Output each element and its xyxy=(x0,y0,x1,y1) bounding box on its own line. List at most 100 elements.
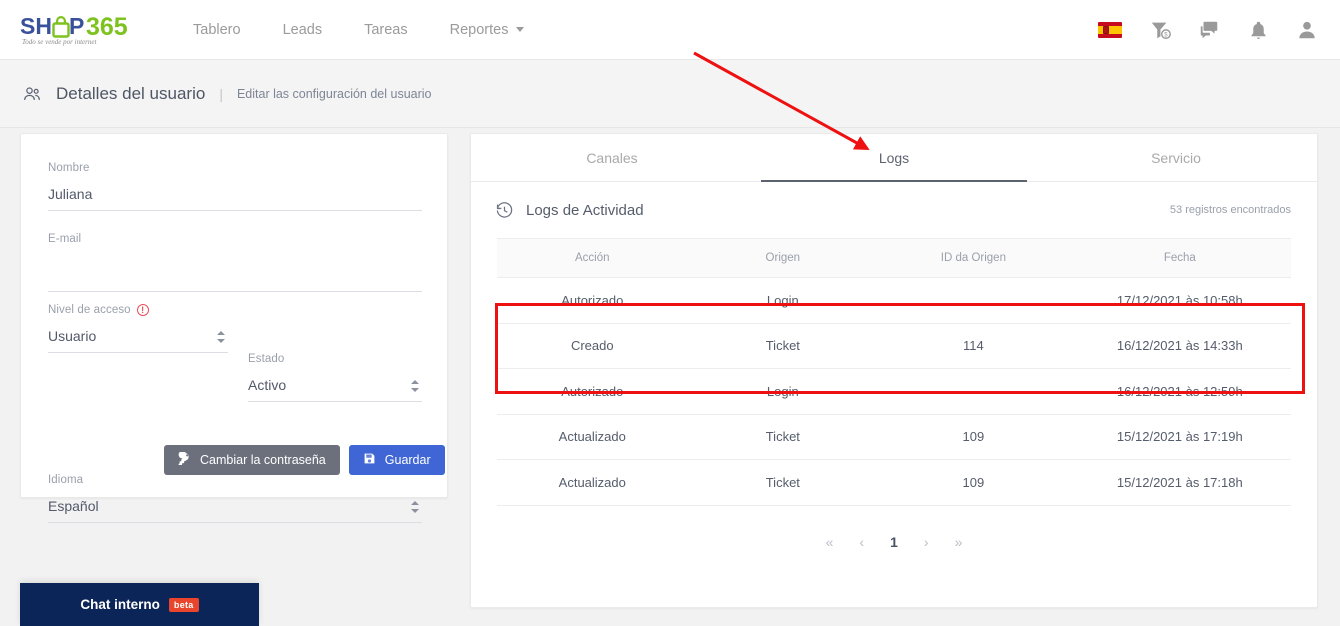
bell-icon[interactable] xyxy=(1247,19,1269,41)
table-row[interactable]: Creado Ticket 114 16/12/2021 às 14:33h xyxy=(497,323,1291,369)
cell-id xyxy=(878,368,1069,415)
field-nivel-acceso: Nivel de acceso ! xyxy=(48,304,228,353)
nav-link-tareas-label: Tareas xyxy=(364,21,408,38)
internal-chat-label: Chat interno xyxy=(80,597,160,612)
cell-accion: Actualizado xyxy=(497,414,688,460)
email-input[interactable] xyxy=(48,267,422,292)
breadcrumb-subtitle: Editar las configuración del usuario xyxy=(236,86,432,101)
field-nombre-label: Nombre xyxy=(48,162,90,174)
user-details-form-card: Nombre E-mail Nivel de acceso ! Estado I… xyxy=(20,133,448,523)
table-row[interactable]: Autorizado Login 17/12/2021 às 10:58h xyxy=(497,277,1291,324)
key-icon xyxy=(178,450,191,468)
svg-text:P: P xyxy=(69,13,84,39)
field-estado-label: Estado xyxy=(248,353,285,365)
change-password-button[interactable]: Cambiar la contraseña xyxy=(164,445,340,475)
table-row[interactable]: Actualizado Ticket 109 15/12/2021 às 17:… xyxy=(497,459,1291,506)
shop365-logo[interactable]: SH P 365 Todo se vende por internet xyxy=(20,10,138,50)
field-idioma: Idioma xyxy=(48,474,422,523)
chevron-updown-icon xyxy=(411,501,420,513)
cell-id: 114 xyxy=(878,323,1069,369)
estado-select[interactable] xyxy=(248,377,422,402)
top-navigation-bar: SH P 365 Todo se vende por internet Tabl… xyxy=(0,0,1340,60)
pagination-first-button[interactable]: « xyxy=(826,534,834,550)
field-idioma-label: Idioma xyxy=(48,474,84,486)
internal-chat-bar[interactable]: Chat interno beta xyxy=(20,583,259,626)
cell-accion: Actualizado xyxy=(497,459,688,506)
chevron-updown-icon xyxy=(217,331,226,343)
cell-accion: Creado xyxy=(497,323,688,369)
breadcrumb: Detalles del usuario | Editar las config… xyxy=(0,60,1340,128)
tab-canales[interactable]: Canales xyxy=(471,134,753,181)
tab-canales-label: Canales xyxy=(586,149,638,166)
tab-servicio-label: Servicio xyxy=(1151,149,1201,166)
cell-fecha: 17/12/2021 às 10:58h xyxy=(1068,277,1291,324)
table-row[interactable]: Actualizado Ticket 109 15/12/2021 às 17:… xyxy=(497,414,1291,460)
save-button-label: Guardar xyxy=(384,453,431,467)
flag-spain-icon[interactable] xyxy=(1098,22,1122,38)
cell-accion: Autorizado xyxy=(497,277,688,324)
nivel-acceso-select[interactable] xyxy=(48,328,228,353)
table-header-row: Acción Origen ID da Origen Fecha xyxy=(497,238,1291,278)
field-estado: Estado xyxy=(248,353,422,402)
svg-text:SH: SH xyxy=(20,13,52,39)
cell-fecha: 16/12/2021 às 14:33h xyxy=(1068,323,1291,369)
nav-link-tareas[interactable]: Tareas xyxy=(364,22,408,38)
nav-link-reportes[interactable]: Reportes xyxy=(450,22,525,38)
svg-text:Todo se vende por internet: Todo se vende por internet xyxy=(22,38,97,46)
tab-servicio[interactable]: Servicio xyxy=(1035,134,1317,181)
nombre-input[interactable] xyxy=(48,186,422,211)
change-password-button-label: Cambiar la contraseña xyxy=(200,453,326,467)
logs-table: Acción Origen ID da Origen Fecha Autoriz… xyxy=(497,238,1291,506)
chevron-updown-icon xyxy=(411,380,420,392)
column-header-origen[interactable]: Origen xyxy=(687,238,879,278)
logs-table-wrapper: Acción Origen ID da Origen Fecha Autoriz… xyxy=(497,238,1291,506)
funnel-money-icon[interactable]: $ xyxy=(1149,19,1171,41)
tab-logs-label: Logs xyxy=(878,149,910,166)
panel-tabs: Canales Logs Servicio xyxy=(471,134,1317,182)
cell-id: 109 xyxy=(878,459,1069,506)
field-nombre: Nombre xyxy=(48,162,422,211)
pagination-next-button[interactable]: › xyxy=(924,534,929,550)
field-email-label: E-mail xyxy=(48,233,82,245)
pagination-last-button[interactable]: » xyxy=(955,534,963,550)
cell-origen: Login xyxy=(687,368,879,415)
logs-panel: Canales Logs Servicio Logs de Actividad … xyxy=(470,133,1318,608)
user-avatar-icon[interactable] xyxy=(1296,19,1318,41)
nav-link-leads-label: Leads xyxy=(282,21,323,38)
pagination-prev-button[interactable]: ‹ xyxy=(859,534,864,550)
pagination-page-1[interactable]: 1 xyxy=(890,534,898,550)
nav-link-reportes-label: Reportes xyxy=(449,21,509,38)
nav-link-leads[interactable]: Leads xyxy=(283,22,323,38)
column-header-id-origen[interactable]: ID da Origen xyxy=(878,238,1069,278)
cell-fecha: 15/12/2021 às 17:19h xyxy=(1068,414,1291,460)
cell-id: 109 xyxy=(878,414,1069,460)
nav-link-tablero[interactable]: Tablero xyxy=(193,22,241,38)
logs-table-body: Autorizado Login 17/12/2021 às 10:58h Cr… xyxy=(497,277,1291,506)
svg-text:365: 365 xyxy=(86,13,128,41)
tab-logs[interactable]: Logs xyxy=(753,134,1035,182)
breadcrumb-separator: | xyxy=(219,85,223,102)
cell-origen: Ticket xyxy=(687,459,879,506)
logs-table-head: Acción Origen ID da Origen Fecha xyxy=(497,238,1291,278)
form-action-buttons: Cambiar la contraseña Guardar xyxy=(164,445,445,475)
chat-bubbles-icon[interactable] xyxy=(1198,19,1220,41)
cell-origen: Ticket xyxy=(687,414,879,460)
idioma-select[interactable] xyxy=(48,498,422,523)
table-row[interactable]: Autorizado Login 16/12/2021 às 12:59h xyxy=(497,368,1291,415)
chevron-down-icon xyxy=(516,27,525,32)
save-button[interactable]: Guardar xyxy=(348,445,445,475)
nav-icon-group: $ xyxy=(1098,0,1318,60)
cell-fecha: 16/12/2021 às 12:59h xyxy=(1068,368,1291,415)
field-email: E-mail xyxy=(48,233,422,292)
page-title: Detalles del usuario xyxy=(56,83,206,103)
column-header-accion[interactable]: Acción xyxy=(497,238,688,278)
beta-badge: beta xyxy=(168,597,199,612)
cell-id xyxy=(878,277,1069,324)
logs-panel-header: Logs de Actividad 53 registros encontrad… xyxy=(471,182,1317,238)
records-found-count: 53 registros encontrados xyxy=(1169,204,1291,216)
nav-link-tablero-label: Tablero xyxy=(193,21,241,38)
column-header-fecha[interactable]: Fecha xyxy=(1068,238,1291,278)
primary-nav-links: Tablero Leads Tareas Reportes xyxy=(193,22,566,38)
info-icon[interactable]: ! xyxy=(136,304,149,316)
logs-panel-title: Logs de Actividad xyxy=(526,201,644,219)
